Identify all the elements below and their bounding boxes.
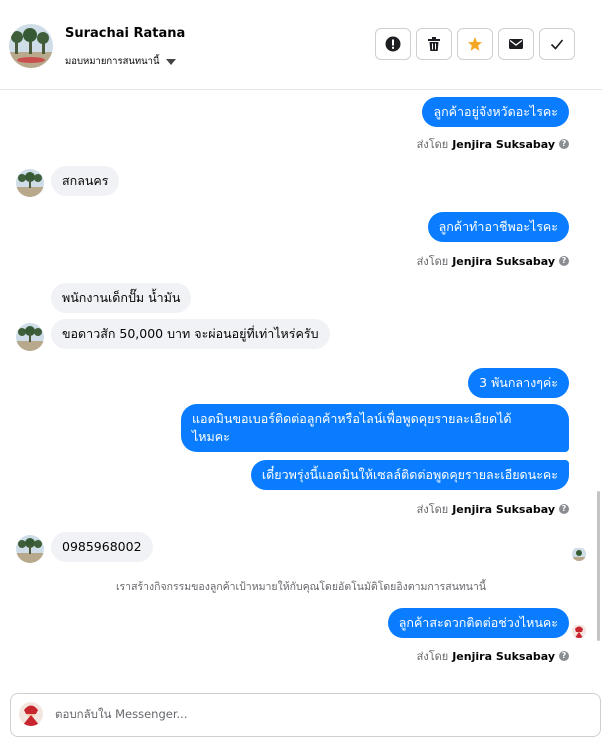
- incoming-message: 0985968002: [51, 532, 153, 562]
- sent-by-label: ส่งโดย Jenjira Suksabay?: [417, 647, 569, 665]
- trash-icon: [428, 37, 440, 51]
- sent-by-prefix: ส่งโดย: [416, 650, 449, 663]
- check-icon: [550, 39, 564, 50]
- outgoing-message-multiline: แอดมินขอเบอร์ติดต่อลูกค้าหรือไลน์เพื่อพู…: [181, 404, 569, 452]
- contact-avatar-small: [16, 535, 44, 563]
- sent-by-prefix: ส่งโดย: [416, 503, 449, 516]
- contact-avatar[interactable]: [9, 24, 53, 68]
- message-line: ไหมคะ: [192, 429, 230, 444]
- sender-name: Jenjira Suksabay: [452, 137, 555, 151]
- mark-unread-button[interactable]: [498, 28, 534, 60]
- sent-by-label: ส่งโดย Jenjira Suksabay?: [417, 135, 569, 153]
- message-thread[interactable]: ลูกค้าอยู่จังหวัดอะไรคะ ส่งโดย Jenjira Su…: [0, 91, 602, 683]
- reply-input[interactable]: [53, 706, 557, 722]
- contact-name[interactable]: Surachai Ratana: [65, 26, 185, 41]
- thread-scrollbar[interactable]: [597, 91, 602, 683]
- incoming-message: สกลนคร: [51, 166, 120, 196]
- sender-name: Jenjira Suksabay: [452, 254, 555, 268]
- help-icon[interactable]: ?: [559, 139, 569, 149]
- outgoing-message: ลูกค้าอยู่จังหวัดอะไรคะ: [422, 97, 569, 127]
- envelope-icon: [509, 39, 523, 49]
- seen-avatar: [572, 624, 586, 638]
- mark-done-button[interactable]: [539, 28, 575, 60]
- sent-by-label: ส่งโดย Jenjira Suksabay?: [417, 252, 569, 270]
- system-note: เราสร้างกิจกรรมของลูกค้าเป้าหมายให้กับคุ…: [115, 581, 487, 593]
- star-icon: [468, 37, 482, 51]
- help-icon[interactable]: ?: [559, 504, 569, 514]
- help-icon[interactable]: ?: [559, 256, 569, 266]
- assign-conversation-dropdown[interactable]: มอบหมายการสนทนานี้: [65, 54, 176, 69]
- alert-icon: [385, 36, 401, 52]
- contact-avatar-small: [16, 323, 44, 351]
- star-button[interactable]: [457, 28, 493, 60]
- assign-label: มอบหมายการสนทนานี้: [65, 56, 160, 67]
- incoming-message: ขอดาวสัก 50,000 บาท จะผ่อนอยู่ที่เท่าไหร…: [51, 319, 330, 349]
- mark-spam-button[interactable]: [375, 28, 411, 60]
- header-actions: [375, 28, 575, 60]
- message-line: แอดมินขอเบอร์ติดต่อลูกค้าหรือไลน์เพื่อพู…: [192, 411, 512, 426]
- conversation-header: Surachai Ratana มอบหมายการสนทนานี้: [0, 0, 602, 90]
- incoming-message: พนักงานเด็กปั๊ม น้ำมัน: [51, 283, 192, 313]
- outgoing-message: ลูกค้าทำอาชีพอะไรคะ: [427, 212, 569, 242]
- sent-by-prefix: ส่งโดย: [416, 255, 449, 268]
- sent-by-prefix: ส่งโดย: [416, 138, 449, 151]
- seen-avatar: [572, 547, 586, 561]
- sent-by-label: ส่งโดย Jenjira Suksabay?: [417, 500, 569, 518]
- reply-composer[interactable]: [10, 693, 601, 737]
- outgoing-message: 3 พันกลางๆค่ะ: [468, 368, 569, 398]
- help-icon[interactable]: ?: [559, 651, 569, 661]
- page-avatar: [19, 702, 43, 726]
- sender-name: Jenjira Suksabay: [452, 649, 555, 663]
- outgoing-message: เดี๋ยวพรุ่งนี้แอดมินให้เซลล์ติดต่อพูดคุย…: [250, 460, 569, 490]
- sender-name: Jenjira Suksabay: [452, 502, 555, 516]
- outgoing-message: ลูกค้าสะดวกติดต่อช่วงไหนคะ: [387, 608, 569, 638]
- contact-avatar-small: [16, 169, 44, 197]
- caret-down-icon: [165, 58, 176, 65]
- scrollbar-thumb[interactable]: [597, 491, 600, 641]
- delete-button[interactable]: [416, 28, 452, 60]
